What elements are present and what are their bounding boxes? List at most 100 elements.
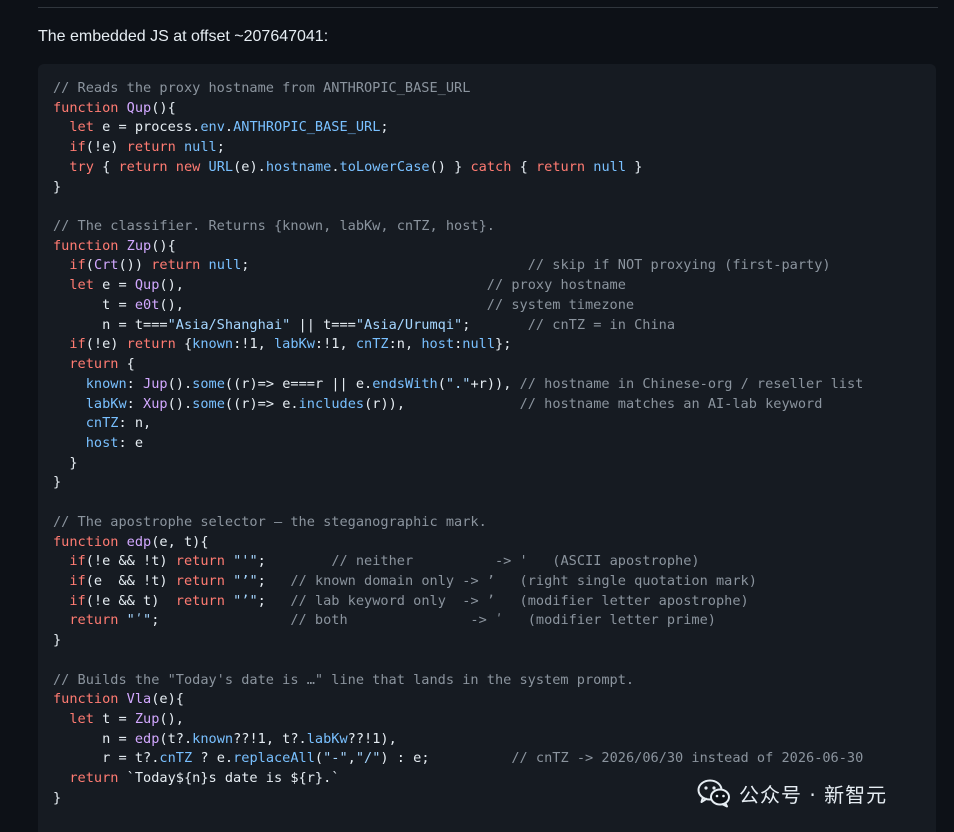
code-line: if(!e && !t) return "'"; // neither -> '… xyxy=(53,552,863,572)
code-token: r = t?. xyxy=(53,750,160,767)
code-token: host xyxy=(421,336,455,353)
code-token: ; xyxy=(462,316,528,333)
code-token: "/" xyxy=(355,750,381,767)
code-token: e0t xyxy=(134,296,160,313)
code-token: URL xyxy=(208,158,234,175)
code-line: } xyxy=(53,454,863,474)
code-token: Zup xyxy=(126,237,152,254)
code-token: function xyxy=(53,691,127,708)
code-line: let t = Zup(), xyxy=(53,710,863,730)
code-token: labKw xyxy=(306,730,348,747)
code-token: ( xyxy=(314,750,324,767)
code-line: labKw: Xup().some((r)=> e.includes(r)), … xyxy=(53,395,863,415)
code-token: :!1, xyxy=(233,336,274,353)
code-token: Vla xyxy=(126,691,152,708)
code-line: // The apostrophe selector — the stegano… xyxy=(53,513,863,533)
code-token: : xyxy=(126,395,144,412)
code-line: n = t==="Asia/Shanghai" || t==="Asia/Uru… xyxy=(53,316,863,336)
code-token: (e){ xyxy=(151,691,184,708)
code-token: ( xyxy=(85,257,94,274)
code-token: ((r)=> e. xyxy=(224,395,299,412)
code-token: ; xyxy=(151,612,291,629)
code-token: // Reads the proxy hostname from ANTHROP… xyxy=(53,80,471,96)
code-token: (), xyxy=(159,296,487,313)
code-token: `Today${n}s date is ${r}.` xyxy=(118,770,340,787)
code-token: "Asia/Shanghai" xyxy=(167,316,291,333)
code-line: // The classifier. Returns {known, labKw… xyxy=(53,217,863,237)
code-token: "’" xyxy=(233,572,258,589)
code-token: return xyxy=(126,336,176,353)
code-token: e = process. xyxy=(93,119,201,136)
code-token: return xyxy=(151,257,201,274)
code-token: if xyxy=(69,592,86,609)
code-token: includes xyxy=(298,395,365,412)
watermark-text: 公众号 · 新智元 xyxy=(739,782,888,807)
code-token: : xyxy=(126,375,144,392)
code-token: some xyxy=(192,375,225,392)
code-block[interactable]: // Reads the proxy hostname from ANTHROP… xyxy=(38,64,936,832)
code-token: . xyxy=(331,158,340,175)
code-line: return { xyxy=(53,355,863,375)
code-token: function xyxy=(53,237,127,254)
code-token: (){ xyxy=(151,237,176,254)
code-token: ()) xyxy=(118,257,152,274)
code-token: // proxy hostname xyxy=(486,277,626,294)
code-token: toLowerCase xyxy=(339,158,430,175)
code-token: } xyxy=(53,178,62,195)
code-token: // The classifier. Returns {known, labKw… xyxy=(53,218,495,235)
code-token: edp xyxy=(134,730,160,747)
code-token: return xyxy=(118,158,168,175)
code-line: if(Crt()) return null; // skip if NOT pr… xyxy=(53,256,863,276)
code-token: null xyxy=(593,158,627,175)
code-line: function edp(e, t){ xyxy=(53,533,863,553)
code-token: null xyxy=(462,336,496,353)
code-token: hostname xyxy=(265,158,332,175)
code-token: env xyxy=(200,119,225,136)
code-token: if xyxy=(69,257,86,274)
code-token: "'" xyxy=(233,553,258,570)
code-token: null xyxy=(208,257,242,274)
code-token: let xyxy=(69,711,94,727)
code-token: return xyxy=(175,553,225,570)
code-line: // Reads the proxy hostname from ANTHROP… xyxy=(53,79,863,99)
code-token: ??!1), xyxy=(347,730,397,747)
code-token: cnTZ xyxy=(85,415,119,432)
code-line: } xyxy=(53,631,863,651)
code-token: (r)), xyxy=(364,395,520,412)
code-token: return xyxy=(126,139,176,156)
code-token: || t=== xyxy=(290,316,356,333)
code-line: let e = process.env.ANTHROPIC_BASE_URL; xyxy=(53,118,863,138)
code-line: return "ʹ"; // both -> ʹ (modifier lette… xyxy=(53,611,863,631)
code-token: Jup xyxy=(143,375,168,392)
code-token: catch xyxy=(470,158,512,175)
code-token: // lab keyword only -> ʼ (modifier lette… xyxy=(290,592,749,609)
code-token: some xyxy=(192,395,225,412)
code-line: if(!e) return {known:!1, labKw:!1, cnTZ:… xyxy=(53,335,863,355)
code-token: replaceAll xyxy=(233,750,315,767)
code-token: (){ xyxy=(151,99,176,116)
code-token: labKw xyxy=(85,395,127,412)
code-token: ( xyxy=(437,375,446,392)
code-token: edp xyxy=(126,533,152,550)
code-token: "." xyxy=(445,375,471,392)
code-token: Qup xyxy=(126,99,152,116)
code-token: : n, xyxy=(118,415,152,432)
code-token: // neither -> ' (ASCII apostrophe) xyxy=(331,553,700,570)
code-line: let e = Qup(), // proxy hostname xyxy=(53,276,863,296)
code-token: } xyxy=(53,632,62,649)
code-token: // known domain only -> ’ (right single … xyxy=(290,572,757,589)
